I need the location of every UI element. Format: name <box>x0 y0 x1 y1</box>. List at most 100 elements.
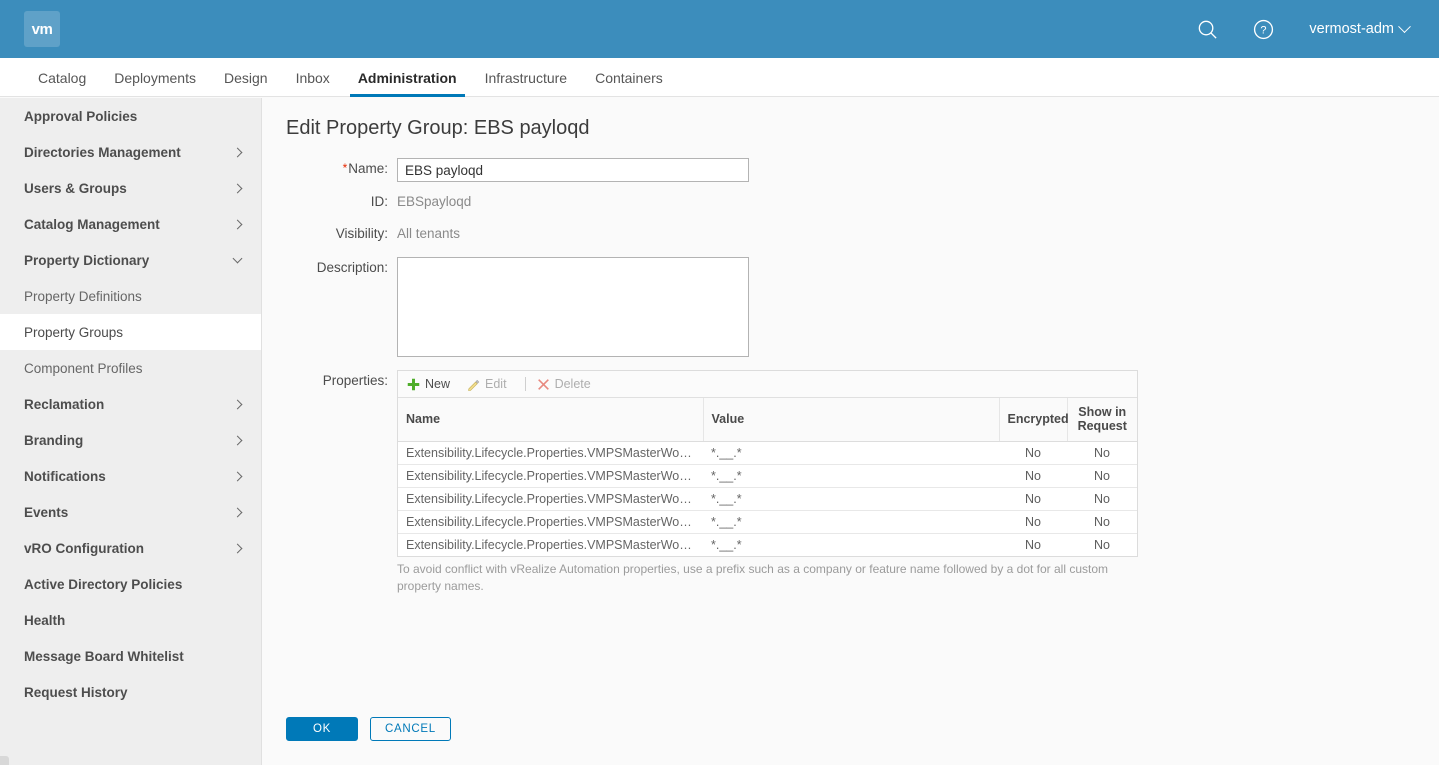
help-button[interactable]: ? <box>1235 0 1291 58</box>
cell-encrypted: No <box>999 464 1067 488</box>
cell-property-name: Extensibility.Lifecycle.Properties.VMPSM… <box>406 537 703 552</box>
sidebar-item-directories-management[interactable]: Directories Management <box>0 134 261 170</box>
chevron-right-icon <box>232 471 243 481</box>
new-property-label: New <box>425 377 451 391</box>
sidebar-item-vro-configuration[interactable]: vRO Configuration <box>0 530 261 566</box>
tab-deployments[interactable]: Deployments <box>100 71 210 96</box>
sidebar-item-branding[interactable]: Branding <box>0 422 261 458</box>
column-header-value[interactable]: Value <box>703 398 1000 442</box>
sidebar-item-label: Directories Management <box>24 144 181 160</box>
table-row[interactable]: Extensibility.Lifecycle.Properties.VMPSM… <box>398 533 1137 556</box>
tab-catalog[interactable]: Catalog <box>24 71 100 96</box>
tab-inbox[interactable]: Inbox <box>282 71 344 96</box>
description-textarea[interactable] <box>397 257 749 357</box>
properties-panel: New Edit Delete Name Value Encrypted Sho… <box>397 370 1138 557</box>
id-value: EBSpayloqd <box>397 194 472 209</box>
sidebar-item-health[interactable]: Health <box>0 602 261 638</box>
chevron-down-icon <box>232 253 243 264</box>
properties-table: Name Value Encrypted Show in Request Ext… <box>398 398 1137 556</box>
sidebar-item-property-dictionary[interactable]: Property Dictionary <box>0 242 261 278</box>
cell-property-value: *.__.* <box>711 537 742 552</box>
sidebar-item-label: Component Profiles <box>24 360 143 376</box>
admin-sidebar: Approval Policies Directories Management U… <box>0 98 262 765</box>
description-row: Description: <box>286 257 749 357</box>
app-header: vm ? vermost-adm <box>0 0 1439 58</box>
visibility-label: Visibility: <box>335 226 388 241</box>
main-content: Edit Property Group: EBS payloqd *Name: … <box>263 98 1439 765</box>
sidebar-item-users-groups[interactable]: Users & Groups <box>0 170 261 206</box>
sidebar-item-label: Events <box>24 504 69 520</box>
tab-design[interactable]: Design <box>210 71 282 96</box>
sidebar-item-property-groups[interactable]: Property Groups <box>0 314 261 350</box>
sidebar-item-label: Notifications <box>24 468 106 484</box>
sidebar-item-catalog-management[interactable]: Catalog Management <box>0 206 261 242</box>
page-title: Edit Property Group: EBS payloqd <box>286 117 590 139</box>
sidebar-item-label: Users & Groups <box>24 180 127 196</box>
sidebar-item-label: Message Board Whitelist <box>24 648 184 664</box>
properties-toolbar: New Edit Delete <box>398 371 1137 398</box>
cell-show-in-request: No <box>1067 464 1137 488</box>
sidebar-item-reclamation[interactable]: Reclamation <box>0 386 261 422</box>
id-row: ID: EBSpayloqd <box>286 191 472 209</box>
svg-text:?: ? <box>1260 24 1266 36</box>
sidebar-item-label: Reclamation <box>24 396 105 412</box>
sidebar-resize-handle[interactable] <box>0 756 9 765</box>
close-x-icon <box>537 378 549 390</box>
sidebar-item-notifications[interactable]: Notifications <box>0 458 261 494</box>
sidebar-item-label: vRO Configuration <box>24 540 144 556</box>
sidebar-item-request-history[interactable]: Request History <box>0 674 261 710</box>
chevron-right-icon <box>232 147 243 157</box>
cell-encrypted: No <box>1025 537 1041 552</box>
cell-property-value: *.__.* <box>703 487 999 511</box>
sidebar-item-label: Property Definitions <box>24 288 142 304</box>
properties-hint: To avoid conflict with vRealize Automati… <box>397 561 1109 593</box>
tab-containers[interactable]: Containers <box>581 71 677 96</box>
cell-property-value: *.__.* <box>703 510 999 534</box>
ok-button[interactable]: OK <box>286 717 358 741</box>
cell-show-in-request: No <box>1067 441 1137 465</box>
sidebar-item-label: Property Dictionary <box>24 252 150 268</box>
visibility-value: All tenants <box>397 226 461 241</box>
sidebar-nav-list: Approval Policies Directories Management U… <box>0 98 261 710</box>
search-button[interactable] <box>1179 0 1235 58</box>
sidebar-item-approval-policies[interactable]: Approval Policies <box>0 98 261 134</box>
header-actions: ? vermost-adm <box>1179 0 1439 58</box>
user-menu[interactable]: vermost-adm <box>1291 0 1417 58</box>
column-header-name[interactable]: Name <box>398 398 704 442</box>
sidebar-item-component-profiles[interactable]: Component Profiles <box>0 350 261 386</box>
user-name: vermost-adm <box>1309 21 1394 37</box>
table-row[interactable]: Extensibility.Lifecycle.Properties.VMPSM… <box>398 510 1137 534</box>
delete-property-label: Delete <box>554 377 591 391</box>
sidebar-item-message-board-whitelist[interactable]: Message Board Whitelist <box>0 638 261 674</box>
table-header-row: Name Value Encrypted Show in Request <box>398 398 1137 442</box>
plus-icon <box>407 378 420 390</box>
chevron-right-icon <box>232 219 243 229</box>
name-input[interactable] <box>397 158 749 182</box>
properties-table-head: Name Value Encrypted Show in Request <box>398 398 1137 442</box>
table-row[interactable]: Extensibility.Lifecycle.Properties.VMPSM… <box>398 464 1137 488</box>
sidebar-item-events[interactable]: Events <box>0 494 261 530</box>
tab-administration[interactable]: Administration <box>344 71 471 97</box>
edit-property-button[interactable]: Edit <box>467 377 516 391</box>
cell-show-in-request: No <box>1067 510 1137 534</box>
cell-show-in-request: No <box>1094 537 1110 552</box>
chevron-right-icon <box>232 543 243 553</box>
sidebar-item-property-definitions[interactable]: Property Definitions <box>0 278 261 314</box>
sidebar-item-label: Approval Policies <box>24 108 138 124</box>
column-header-encrypted[interactable]: Encrypted <box>999 398 1069 442</box>
sidebar-item-active-directory-policies[interactable]: Active Directory Policies <box>0 566 261 602</box>
tab-infrastructure[interactable]: Infrastructure <box>471 71 581 96</box>
name-label: *Name: <box>342 161 388 176</box>
delete-property-button[interactable]: Delete <box>537 377 600 391</box>
table-row[interactable]: Extensibility.Lifecycle.Properties.VMPSM… <box>398 441 1137 465</box>
properties-label: Properties: <box>322 373 388 388</box>
chevron-down-icon <box>1398 19 1411 33</box>
cancel-button[interactable]: CANCEL <box>370 717 451 741</box>
properties-row: Properties: New Edit Delete Name Value E… <box>286 370 1138 594</box>
table-row[interactable]: Extensibility.Lifecycle.Properties.VMPSM… <box>398 487 1137 511</box>
new-property-button[interactable]: New <box>407 377 459 391</box>
name-row: *Name: <box>286 158 749 182</box>
column-header-show-in-request[interactable]: Show in Request <box>1067 398 1137 442</box>
vmware-logo[interactable]: vm <box>24 11 60 47</box>
visibility-row: Visibility: All tenants <box>286 223 460 241</box>
